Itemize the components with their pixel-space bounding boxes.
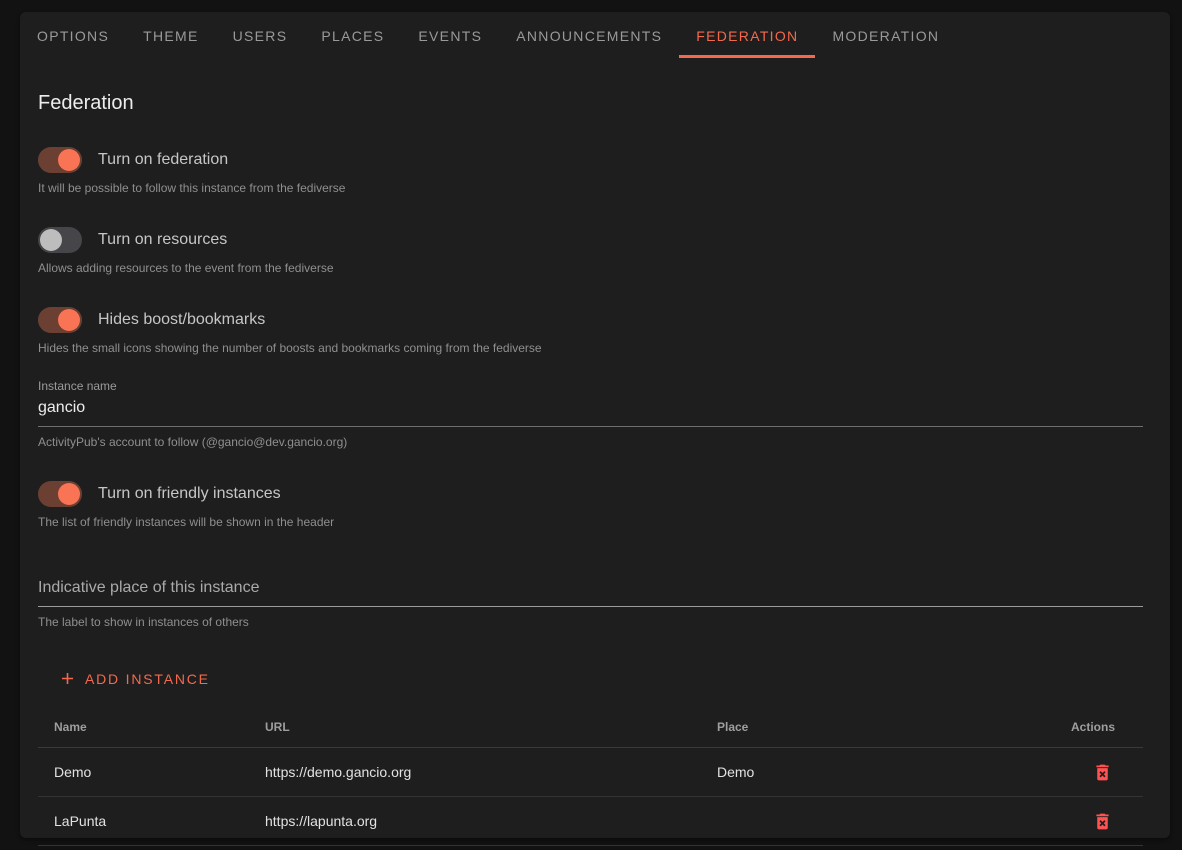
tab-federation[interactable]: FEDERATION <box>679 12 815 60</box>
friendly-instances-hint: The list of friendly instances will be s… <box>38 515 1143 529</box>
setting-hide-boosts: Hides boost/bookmarks Hides the small ic… <box>38 307 1143 355</box>
tab-theme[interactable]: THEME <box>126 12 216 60</box>
admin-screen: OPTIONS THEME USERS PLACES EVENTS ANNOUN… <box>0 0 1182 850</box>
tab-moderation[interactable]: MODERATION <box>815 12 956 60</box>
turn-on-federation-hint: It will be possible to follow this insta… <box>38 181 1143 195</box>
instance-name-label: Instance name <box>38 379 1143 393</box>
delete-forever-icon <box>1092 820 1113 834</box>
admin-tab-bar: OPTIONS THEME USERS PLACES EVENTS ANNOUN… <box>20 12 1170 60</box>
instance-place: Demo <box>701 764 1001 780</box>
setting-resources: Turn on resources Allows adding resource… <box>38 227 1143 275</box>
setting-federation: Turn on federation It will be possible t… <box>38 147 1143 195</box>
instance-name: LaPunta <box>38 813 249 829</box>
page-title: Federation <box>38 92 1143 115</box>
tab-announcements[interactable]: ANNOUNCEMENTS <box>499 12 679 60</box>
switch-knob <box>58 309 80 331</box>
header-url: URL <box>249 720 701 734</box>
turn-on-federation-label[interactable]: Turn on federation <box>98 151 228 169</box>
friendly-instances-table: Name URL Place Actions Demo https://demo… <box>38 706 1143 850</box>
switch-knob <box>40 229 62 251</box>
tab-events[interactable]: EVENTS <box>401 12 499 60</box>
delete-forever-icon <box>1092 771 1113 785</box>
setting-friendly-instances: Turn on friendly instances The list of f… <box>38 481 1143 529</box>
instance-name: Demo <box>38 764 249 780</box>
header-place: Place <box>701 720 1001 734</box>
turn-on-resources-label[interactable]: Turn on resources <box>98 231 227 249</box>
instance-name-field: Instance name ActivityPub's account to f… <box>38 379 1143 449</box>
add-instance-label: ADD INSTANCE <box>85 671 210 687</box>
hide-boosts-label[interactable]: Hides boost/bookmarks <box>98 311 265 329</box>
instance-name-hint: ActivityPub's account to follow (@gancio… <box>38 435 1143 449</box>
indicative-place-input[interactable] <box>38 571 1143 607</box>
table-row: LaPunta https://lapunta.org <box>38 797 1143 846</box>
hide-boosts-switch[interactable] <box>38 307 82 333</box>
friendly-instances-label[interactable]: Turn on friendly instances <box>98 485 281 503</box>
switch-knob <box>58 149 80 171</box>
admin-card: OPTIONS THEME USERS PLACES EVENTS ANNOUN… <box>20 12 1170 838</box>
table-row: Demo https://demo.gancio.org Demo <box>38 748 1143 797</box>
friendly-instances-switch[interactable] <box>38 481 82 507</box>
table-row: Gancio https://gancio.cisti.org Torino <box>38 846 1143 850</box>
instance-url: https://lapunta.org <box>249 813 701 829</box>
header-name: Name <box>38 720 249 734</box>
indicative-place-field: The label to show in instances of others <box>38 571 1143 629</box>
turn-on-resources-hint: Allows adding resources to the event fro… <box>38 261 1143 275</box>
tab-places[interactable]: PLACES <box>304 12 401 60</box>
turn-on-resources-switch[interactable] <box>38 227 82 253</box>
table-header-row: Name URL Place Actions <box>38 706 1143 748</box>
plus-icon <box>58 669 77 688</box>
add-instance-button[interactable]: ADD INSTANCE <box>50 663 218 694</box>
indicative-place-hint: The label to show in instances of others <box>38 615 1143 629</box>
tab-options[interactable]: OPTIONS <box>20 12 126 60</box>
instance-name-input[interactable] <box>38 395 1143 427</box>
delete-instance-button[interactable] <box>1090 760 1115 785</box>
hide-boosts-hint: Hides the small icons showing the number… <box>38 341 1143 355</box>
delete-instance-button[interactable] <box>1090 809 1115 834</box>
tab-users[interactable]: USERS <box>216 12 305 60</box>
instance-url: https://demo.gancio.org <box>249 764 701 780</box>
switch-knob <box>58 483 80 505</box>
turn-on-federation-switch[interactable] <box>38 147 82 173</box>
federation-panel: Federation Turn on federation It will be… <box>20 92 1170 850</box>
header-actions: Actions <box>1001 720 1143 734</box>
